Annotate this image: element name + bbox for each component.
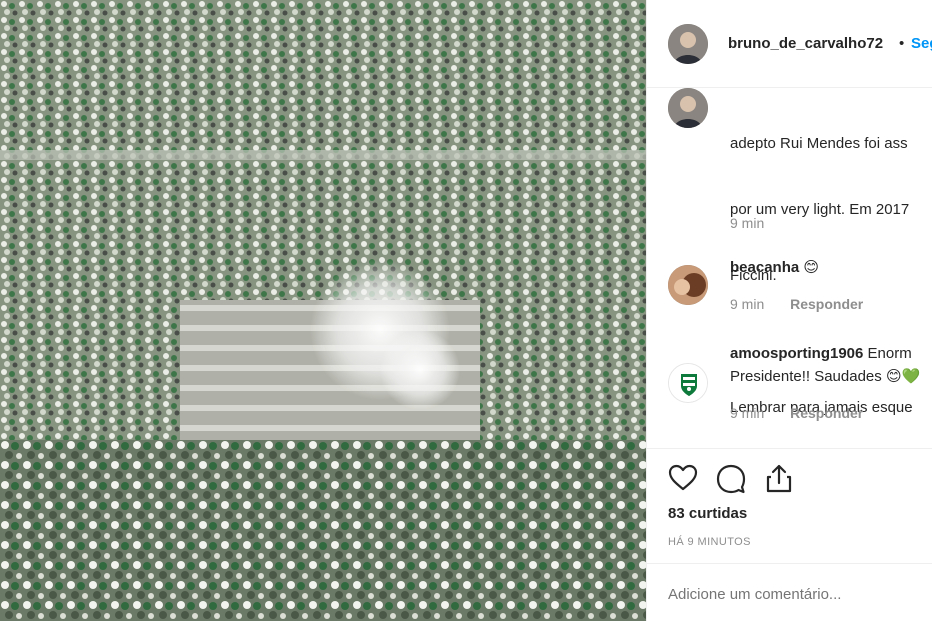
post-side-panel: bruno_de_carvalho72 • Seg adepto Rui Men… [646, 0, 932, 621]
avatar[interactable] [668, 88, 708, 128]
avatar-photo-icon [668, 265, 708, 305]
add-comment-input[interactable] [668, 586, 918, 603]
comment-icon [716, 464, 746, 494]
reply-button[interactable]: Responder [790, 296, 863, 312]
caption-meta: 9 min [730, 215, 764, 231]
comment-time: 9 min [730, 296, 765, 312]
like-button[interactable] [667, 462, 699, 494]
comments-list[interactable]: adepto Rui Mendes foi ass por um very li… [647, 88, 932, 448]
avatar[interactable] [668, 265, 708, 305]
comment-meta: 9 min Responder [730, 405, 863, 421]
divider [647, 563, 932, 564]
avatar[interactable] [668, 24, 708, 64]
avatar-photo-icon [668, 24, 708, 64]
post-photo[interactable] [0, 0, 646, 621]
comment-username[interactable]: amoosporting1906 Enorm [730, 345, 912, 362]
post-header: bruno_de_carvalho72 • Seg [647, 0, 932, 88]
follow-button[interactable]: Seg [911, 35, 932, 52]
comment-text: Presidente!! Saudades 😊💚 [730, 368, 921, 385]
comment-username-text[interactable]: beacanha [730, 259, 799, 276]
avatar-photo-icon [668, 88, 708, 128]
avatar[interactable] [668, 363, 708, 403]
share-button[interactable] [763, 462, 795, 494]
comment-emoji: 😊 [803, 259, 820, 276]
comment-meta: 9 min Responder [730, 296, 863, 312]
reply-button[interactable]: Responder [790, 405, 863, 421]
stadium-crowd-image [0, 0, 646, 621]
caption-line: adepto Rui Mendes foi ass [730, 135, 908, 152]
caption-time: 9 min [730, 215, 765, 231]
divider [647, 448, 932, 449]
comment-username-text[interactable]: amoosporting1906 [730, 345, 863, 362]
comment-text-inline: Enorm [867, 345, 912, 362]
separator-dot: • [899, 35, 905, 52]
username-link[interactable]: bruno_de_carvalho72 [728, 35, 883, 52]
comment-username[interactable]: beacanha 😊 [730, 258, 819, 276]
comment-time: 9 min [730, 405, 765, 421]
heart-icon [668, 464, 698, 491]
post-timestamp: HÁ 9 MINUTOS [668, 536, 751, 548]
share-icon [766, 464, 792, 493]
comment-button[interactable] [715, 462, 747, 494]
sporting-crest-icon [669, 364, 707, 402]
likes-count[interactable]: 83 curtidas [668, 505, 747, 522]
